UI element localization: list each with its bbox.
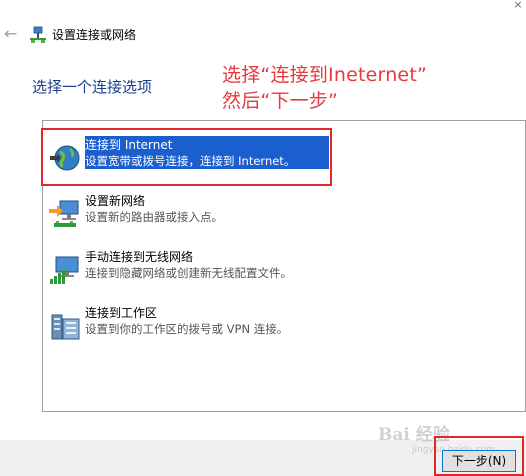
option-title: 手动连接到无线网络 — [85, 250, 194, 264]
annotation-line-1: 选择“连接到Ineternet” — [222, 64, 428, 86]
annotation-highlight-option — [41, 128, 332, 186]
new-network-icon — [49, 200, 79, 227]
annotation-highlight-next — [434, 436, 524, 476]
annotation-line-2: 然后“下一步” — [222, 90, 339, 112]
network-setup-icon — [30, 26, 46, 43]
option-description: 设置到你的工作区的拨号或 VPN 连接。 — [85, 322, 289, 336]
option-new-network[interactable]: 设置新网络 设置新的路由器或接入点。 — [43, 189, 525, 237]
workplace-icon — [51, 314, 80, 340]
page-heading: 选择一个连接选项 — [32, 78, 153, 96]
close-icon[interactable]: × — [510, 0, 526, 12]
window-title: 设置连接或网络 — [52, 28, 137, 42]
option-description: 连接到隐藏网络或创建新无线配置文件。 — [85, 266, 292, 280]
option-workplace[interactable]: 连接到工作区 设置到你的工作区的拨号或 VPN 连接。 — [43, 301, 525, 349]
option-title: 设置新网络 — [85, 194, 146, 208]
option-title: 连接到工作区 — [85, 306, 158, 320]
back-arrow-icon[interactable]: ← — [4, 26, 20, 42]
option-manual-wireless[interactable]: 手动连接到无线网络 连接到隐藏网络或创建新无线配置文件。 — [43, 245, 525, 293]
wireless-network-icon — [50, 256, 79, 284]
annotation-text: 选择“连接到Ineternet” 然后“下一步” — [222, 62, 427, 114]
option-description: 设置新的路由器或接入点。 — [85, 210, 223, 224]
